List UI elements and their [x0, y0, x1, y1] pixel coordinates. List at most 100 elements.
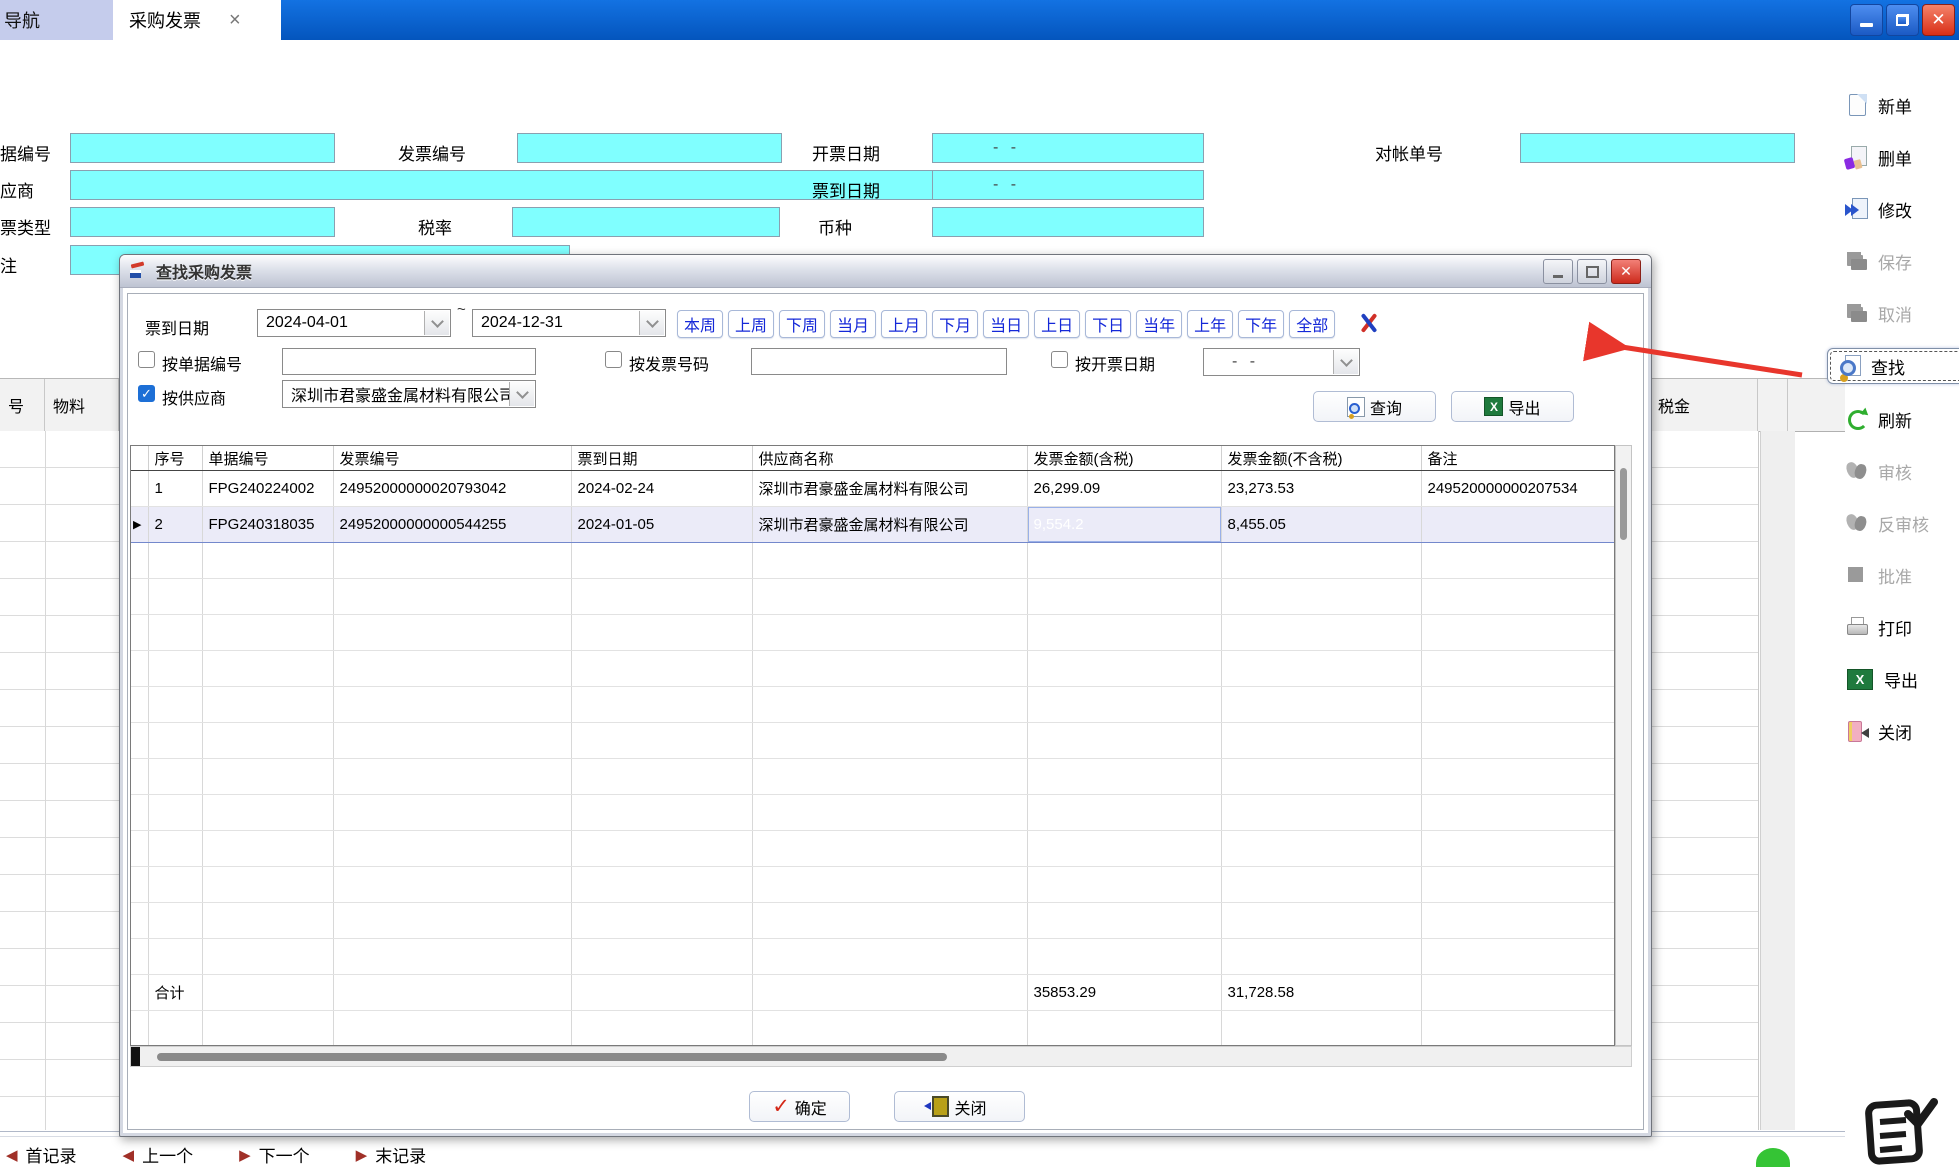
table-cell[interactable]: [1027, 1011, 1221, 1047]
table-cell[interactable]: [752, 1011, 1027, 1047]
table-cell[interactable]: [333, 1011, 571, 1047]
filter-invoice-date-checkbox[interactable]: [1051, 351, 1068, 368]
column-header[interactable]: 单据编号: [202, 446, 333, 471]
table-cell[interactable]: [1421, 939, 1614, 975]
sidebar-item-close[interactable]: 关闭: [1845, 714, 1959, 748]
table-cell[interactable]: [1027, 867, 1221, 903]
quick-range-button[interactable]: 下年: [1238, 310, 1284, 338]
table-cell[interactable]: [571, 867, 752, 903]
dialog-maximize-button[interactable]: [1577, 259, 1607, 284]
record-nav-item[interactable]: ◀ 上一个: [123, 1142, 194, 1167]
table-row[interactable]: 1FPG240224002249520000000207930422024-02…: [131, 471, 1614, 507]
table-cell[interactable]: [1221, 795, 1421, 831]
quick-range-button[interactable]: 本周: [677, 310, 723, 338]
table-cell[interactable]: [333, 651, 571, 687]
table-cell[interactable]: [571, 615, 752, 651]
sidebar-item-new[interactable]: 新单: [1845, 88, 1959, 122]
table-cell[interactable]: [1221, 579, 1421, 615]
currency-field[interactable]: [932, 207, 1204, 237]
table-cell[interactable]: [1027, 579, 1221, 615]
row-selector[interactable]: [131, 867, 148, 903]
sidebar-item-modify[interactable]: 修改: [1845, 192, 1959, 226]
filter-supplier-combo[interactable]: 深圳市君豪盛金属材料有限公司: [282, 380, 536, 408]
table-row[interactable]: [131, 795, 1614, 831]
table-cell[interactable]: [333, 615, 571, 651]
table-cell[interactable]: [333, 975, 571, 1011]
table-row[interactable]: [131, 867, 1614, 903]
ok-button[interactable]: ✓ 确定: [749, 1091, 850, 1122]
row-selector[interactable]: [131, 615, 148, 651]
column-header[interactable]: 发票金额(不含税): [1221, 446, 1421, 471]
date-from-dropdown-button[interactable]: [424, 311, 449, 335]
table-cell[interactable]: [202, 579, 333, 615]
row-selector[interactable]: ▶: [131, 507, 148, 543]
arrive-date-field[interactable]: - -: [932, 170, 1204, 200]
row-selector[interactable]: [131, 651, 148, 687]
column-header[interactable]: 票到日期: [571, 446, 752, 471]
table-cell[interactable]: [1221, 831, 1421, 867]
table-cell[interactable]: 深圳市君豪盛金属材料有限公司: [752, 507, 1027, 543]
filter-supplier-checkbox[interactable]: ✓: [138, 385, 155, 402]
table-row[interactable]: [131, 759, 1614, 795]
table-cell[interactable]: FPG240224002: [202, 471, 333, 507]
quick-range-button[interactable]: 上周: [728, 310, 774, 338]
table-cell[interactable]: [1027, 903, 1221, 939]
row-selector[interactable]: [131, 903, 148, 939]
row-selector[interactable]: [131, 579, 148, 615]
quick-range-button[interactable]: 当年: [1136, 310, 1182, 338]
filter-invoice-no-checkbox[interactable]: [605, 351, 622, 368]
table-row[interactable]: [131, 579, 1614, 615]
quick-range-button[interactable]: 全部: [1289, 310, 1335, 338]
table-row[interactable]: [131, 723, 1614, 759]
table-cell[interactable]: [148, 615, 202, 651]
table-cell[interactable]: [148, 723, 202, 759]
table-cell[interactable]: [1027, 759, 1221, 795]
column-header[interactable]: 供应商名称: [752, 446, 1027, 471]
table-cell[interactable]: 35853.29: [1027, 975, 1221, 1011]
table-cell[interactable]: [1221, 543, 1421, 579]
table-cell[interactable]: [1221, 903, 1421, 939]
table-cell[interactable]: [1221, 867, 1421, 903]
table-cell[interactable]: [752, 831, 1027, 867]
table-cell[interactable]: [202, 723, 333, 759]
table-cell[interactable]: [333, 831, 571, 867]
table-row[interactable]: [131, 687, 1614, 723]
table-row[interactable]: [131, 903, 1614, 939]
table-cell[interactable]: [1421, 723, 1614, 759]
row-selector[interactable]: [131, 723, 148, 759]
table-cell[interactable]: [1421, 975, 1614, 1011]
dialog-minimize-button[interactable]: [1543, 259, 1573, 284]
close-button[interactable]: ✕: [1922, 4, 1955, 36]
table-cell[interactable]: 31,728.58: [1221, 975, 1421, 1011]
table-cell[interactable]: [752, 759, 1027, 795]
invoice-date-dropdown-button[interactable]: [1333, 350, 1358, 374]
table-cell[interactable]: [1221, 723, 1421, 759]
table-cell[interactable]: [1027, 615, 1221, 651]
sidebar-item-cancel[interactable]: 取消: [1845, 296, 1959, 330]
column-header[interactable]: 备注: [1421, 446, 1614, 471]
table-row[interactable]: [131, 651, 1614, 687]
table-cell[interactable]: [571, 939, 752, 975]
table-cell[interactable]: [571, 903, 752, 939]
supplier-filter-dropdown-button[interactable]: [509, 382, 534, 406]
table-cell[interactable]: [202, 867, 333, 903]
table-cell[interactable]: [202, 939, 333, 975]
filter-doc-no-input[interactable]: [282, 348, 536, 375]
table-cell[interactable]: [202, 903, 333, 939]
table-cell[interactable]: 8,455.05: [1221, 507, 1421, 543]
table-cell[interactable]: [752, 795, 1027, 831]
dialog-titlebar[interactable]: 查找采购发票 ✕: [120, 255, 1651, 288]
table-cell[interactable]: [571, 723, 752, 759]
table-cell[interactable]: [1421, 615, 1614, 651]
table-cell[interactable]: [1421, 1011, 1614, 1047]
table-cell[interactable]: [148, 939, 202, 975]
tab-close-icon[interactable]: ×: [229, 10, 241, 30]
table-cell[interactable]: [1421, 507, 1614, 543]
horizontal-scrollbar-thumb[interactable]: [157, 1053, 947, 1061]
row-selector[interactable]: [131, 543, 148, 579]
table-cell[interactable]: [202, 795, 333, 831]
detail-grid-vscrollbar[interactable]: [1760, 431, 1795, 1130]
tab-purchase-invoice[interactable]: 采购发票 ×: [113, 0, 281, 40]
row-selector[interactable]: [131, 759, 148, 795]
sidebar-item-delete[interactable]: 删单: [1845, 140, 1959, 174]
